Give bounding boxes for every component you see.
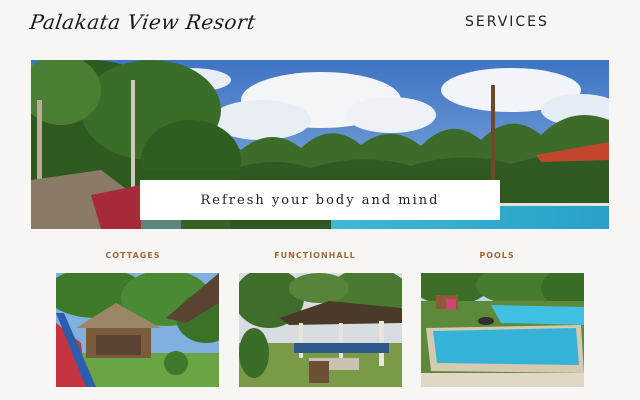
- category-label-functionhall[interactable]: FUNCTIONHALL: [230, 251, 400, 260]
- functionhall-image[interactable]: [239, 273, 402, 387]
- hero-tagline: Refresh your body and mind: [140, 180, 500, 220]
- category-label-pools[interactable]: POOLS: [412, 251, 582, 260]
- nav-services-link[interactable]: SERVICES: [465, 14, 549, 30]
- cottages-image[interactable]: [56, 273, 219, 387]
- pools-image[interactable]: [421, 273, 584, 387]
- site-logo[interactable]: Palakata View Resort: [28, 10, 257, 34]
- category-label-cottages[interactable]: COTTAGES: [48, 251, 218, 260]
